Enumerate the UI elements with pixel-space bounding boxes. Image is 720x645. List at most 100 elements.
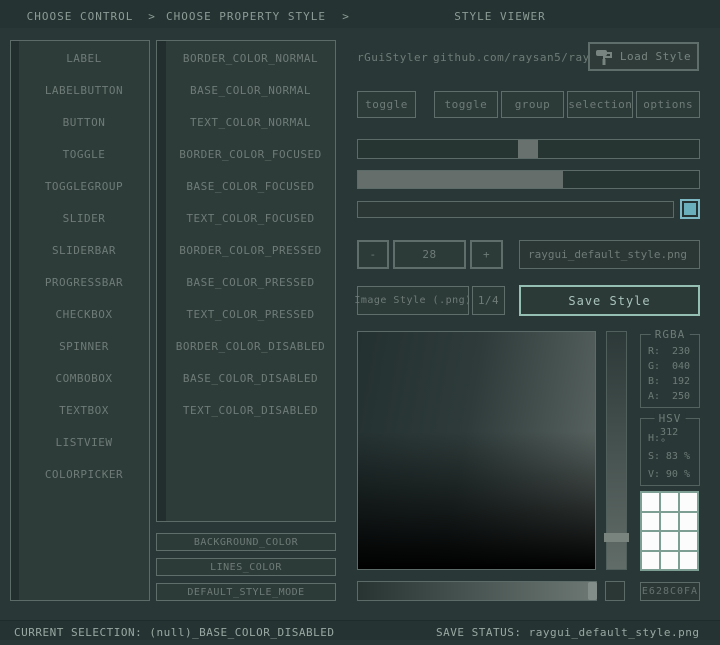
control-item-textbox[interactable]: TEXTBOX (19, 394, 149, 426)
paint-roller-icon (596, 49, 613, 65)
property-item-text-color-disabled[interactable]: TEXT_COLOR_DISABLED (166, 394, 335, 426)
properties-scrollbar[interactable] (157, 41, 166, 521)
control-item-togglegroup[interactable]: TOGGLEGROUP (19, 170, 149, 202)
control-item-label[interactable]: LABEL (19, 42, 149, 74)
color-sample-cell (680, 532, 697, 550)
rgba-row-b: B: 192 (641, 374, 699, 389)
property-item-base-color-normal[interactable]: BASE_COLOR_NORMAL (166, 74, 335, 106)
controls-listview: LABEL LABELBUTTON BUTTON TOGGLE TOGGLEGR… (10, 40, 150, 601)
color-sample-cell (661, 532, 678, 550)
rgba-label-g: G: (648, 361, 660, 372)
color-sample-cell (661, 493, 678, 511)
property-item-base-color-focused[interactable]: BASE_COLOR_FOCUSED (166, 170, 335, 202)
rgba-value-g: 040 (672, 361, 690, 372)
control-item-labelbutton[interactable]: LABELBUTTON (19, 74, 149, 106)
spinner-value[interactable]: 28 (393, 240, 466, 269)
color-sample-cell (680, 513, 697, 531)
hsv-row-s: S: 83 % (641, 447, 699, 465)
rgba-value-r: 230 (672, 346, 690, 357)
color-sample-cell (642, 532, 659, 550)
color-sample-cell (680, 493, 697, 511)
control-item-toggle[interactable]: TOGGLE (19, 138, 149, 170)
property-item-text-color-normal[interactable]: TEXT_COLOR_NORMAL (166, 106, 335, 138)
rgba-row-r: R: 230 (641, 344, 699, 359)
alpha-slider[interactable] (357, 581, 597, 601)
combobox-counter-button[interactable]: 1/4 (472, 286, 505, 315)
rgba-groupbox: RGBA R: 230 G: 040 B: 192 A: 250 (640, 334, 700, 408)
control-item-slider[interactable]: SLIDER (19, 202, 149, 234)
topbar-section-style-viewer: STYLE VIEWER (345, 0, 655, 28)
hsv-label-h: H: (648, 433, 660, 444)
control-item-colorpicker[interactable]: COLORPICKER (19, 458, 149, 490)
color-sample-cell (661, 513, 678, 531)
property-item-base-color-pressed[interactable]: BASE_COLOR_PRESSED (166, 266, 335, 298)
default-style-mode-button[interactable]: DEFAULT_STYLE_MODE (156, 583, 336, 601)
slider-handle[interactable] (518, 140, 538, 158)
property-item-border-color-pressed[interactable]: BORDER_COLOR_PRESSED (166, 234, 335, 266)
hsv-row-v: V: 90 % (641, 465, 699, 483)
control-item-checkbox[interactable]: CHECKBOX (19, 298, 149, 330)
filename-input[interactable]: raygui_default_style.png (519, 240, 700, 269)
style-checkbox[interactable] (680, 199, 700, 219)
color-sample-grid (640, 491, 699, 571)
control-item-progressbar[interactable]: PROGRESSBAR (19, 266, 149, 298)
property-item-border-color-disabled[interactable]: BORDER_COLOR_DISABLED (166, 330, 335, 362)
hue-slider-handle[interactable] (604, 533, 629, 542)
lines-color-button[interactable]: LINES_COLOR (156, 558, 336, 576)
spinner-decrease-button[interactable]: - (357, 240, 389, 269)
app-title: rGuiStyler (357, 50, 428, 66)
toggle-group: toggle group selection options (434, 91, 700, 118)
color-sample-cell (642, 552, 659, 570)
repo-link: github.com/raysan5/raygui (433, 50, 611, 66)
property-item-base-color-disabled[interactable]: BASE_COLOR_DISABLED (166, 362, 335, 394)
hex-input[interactable]: E628C0FA (640, 582, 700, 601)
control-item-spinner[interactable]: SPINNER (19, 330, 149, 362)
properties-list-items: BORDER_COLOR_NORMAL BASE_COLOR_NORMAL TE… (166, 42, 335, 426)
rguistyler-window: { "topbar": { "section_controls": "CHOOS… (0, 0, 720, 640)
sliderbar[interactable] (357, 170, 700, 189)
spinner-increase-button[interactable]: + (470, 240, 503, 269)
control-item-sliderbar[interactable]: SLIDERBAR (19, 234, 149, 266)
toggle-group-item-toggle[interactable]: toggle (434, 91, 498, 118)
rgba-rows: R: 230 G: 040 B: 192 A: 250 (641, 335, 699, 404)
property-item-border-color-normal[interactable]: BORDER_COLOR_NORMAL (166, 42, 335, 74)
topbar: CHOOSE CONTROL > CHOOSE PROPERTY STYLE >… (0, 0, 720, 28)
sliderbar-fill (358, 171, 563, 188)
save-style-button[interactable]: Save Style (519, 285, 700, 316)
toggle-button[interactable]: toggle (357, 91, 416, 118)
background-color-button[interactable]: BACKGROUND_COLOR (156, 533, 336, 551)
load-style-label: Load Style (620, 50, 691, 63)
control-item-combobox[interactable]: COMBOBOX (19, 362, 149, 394)
alpha-slider-handle[interactable] (588, 582, 597, 600)
color-sample-cell (680, 552, 697, 570)
topbar-section-choose-control: CHOOSE CONTROL (10, 0, 150, 28)
slider[interactable] (357, 139, 700, 159)
image-style-combobox[interactable]: Image Style (.png) (357, 286, 469, 315)
status-save-status: SAVE STATUS: raygui_default_style.png (436, 621, 700, 641)
property-item-border-color-focused[interactable]: BORDER_COLOR_FOCUSED (166, 138, 335, 170)
load-style-button[interactable]: Load Style (588, 42, 699, 71)
hsv-rows: H: 312 ° S: 83 % V: 90 % (641, 419, 699, 483)
toggle-group-item-group[interactable]: group (501, 91, 565, 118)
rgba-row-g: G: 040 (641, 359, 699, 374)
toggle-group-item-selection[interactable]: selection (567, 91, 633, 118)
properties-listview: BORDER_COLOR_NORMAL BASE_COLOR_NORMAL TE… (156, 40, 336, 522)
color-sample-cell (642, 513, 659, 531)
progressbar (357, 201, 674, 218)
status-current-selection: CURRENT SELECTION: (null)_BASE_COLOR_DIS… (14, 621, 335, 641)
hsv-label-v: V: (648, 469, 660, 480)
color-panel[interactable] (357, 331, 596, 570)
hue-slider[interactable] (606, 331, 627, 570)
property-item-text-color-pressed[interactable]: TEXT_COLOR_PRESSED (166, 298, 335, 330)
rgba-value-a: 250 (672, 391, 690, 402)
toggle-group-item-options[interactable]: options (636, 91, 700, 118)
control-item-listview[interactable]: LISTVIEW (19, 426, 149, 458)
control-item-button[interactable]: BUTTON (19, 106, 149, 138)
alpha-checkbox[interactable] (605, 581, 625, 601)
hsv-groupbox: HSV H: 312 ° S: 83 % V: 90 % (640, 418, 700, 486)
hsv-groupbox-title: HSV (655, 412, 686, 425)
rgba-groupbox-title: RGBA (651, 328, 690, 341)
controls-scrollbar[interactable] (11, 41, 19, 600)
property-item-text-color-focused[interactable]: TEXT_COLOR_FOCUSED (166, 202, 335, 234)
rgba-label-a: A: (648, 391, 660, 402)
